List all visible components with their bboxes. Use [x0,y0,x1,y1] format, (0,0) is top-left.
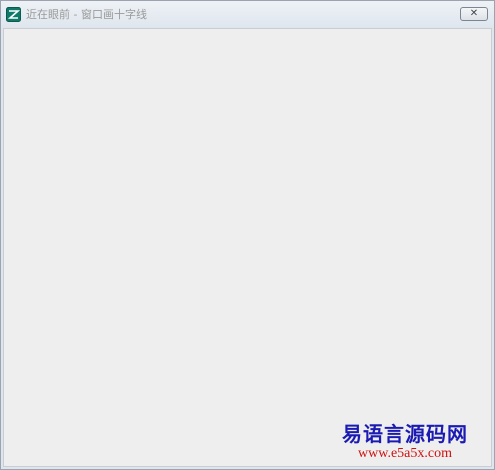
title-bar[interactable]: 近在眼前 - 窗口画十字线 ✕ [1,1,494,27]
app-window: 近在眼前 - 窗口画十字线 ✕ [0,0,495,470]
window-title: 近在眼前 - 窗口画十字线 [26,8,147,21]
watermark-url: www.e5a5x.com [358,446,452,461]
app-icon[interactable] [6,7,21,22]
close-icon: ✕ [469,8,479,19]
client-area[interactable] [3,28,492,467]
close-button[interactable]: ✕ [460,7,488,21]
watermark: 易语言源码网 www.e5a5x.com [330,422,480,462]
watermark-name: 易语言源码网 [342,422,468,446]
